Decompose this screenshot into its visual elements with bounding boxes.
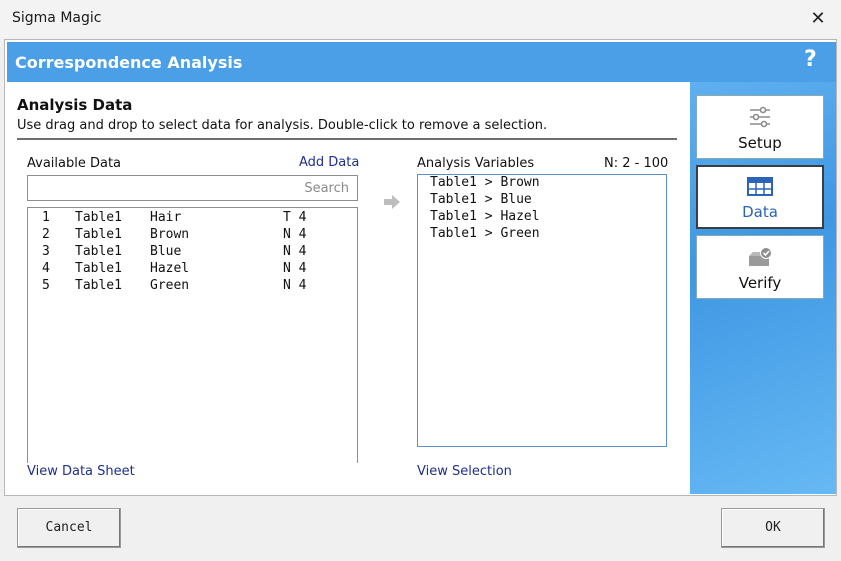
row-number: 1 [42,210,50,225]
row-variable: Brown [150,227,190,242]
available-data-list[interactable]: 1 Table1 Hair T 4 2 Table1 Brown N 4 3 T… [27,207,358,463]
list-item[interactable]: 5 Table1 Green N 4 [28,278,353,295]
row-table: Table1 [75,278,122,293]
row-variable: Blue [150,244,182,259]
row-table: Table1 [75,210,122,225]
sidebar-item-data[interactable]: Data [696,165,824,229]
dialog-title: Correspondence Analysis [15,53,243,72]
help-icon[interactable]: ? [804,47,817,72]
arrow-right-icon [383,194,401,214]
list-item[interactable]: 1 Table1 Hair T 4 [28,210,353,227]
table-grid-icon [747,177,773,201]
row-variable: Hazel [150,261,190,276]
available-data-label: Available Data [27,156,122,171]
section-divider [17,138,677,140]
sidebar: Setup Data Verify [690,82,836,494]
window-title: Sigma Magic [12,10,102,26]
add-data-link[interactable]: Add Data [299,155,359,170]
close-icon[interactable]: ✕ [806,8,830,30]
analysis-variables-label: Analysis Variables [417,156,535,171]
view-selection-link[interactable]: View Selection [417,464,512,479]
dialog-header: Correspondence Analysis ? [7,42,836,82]
list-item[interactable]: Table1 > Green [430,226,540,243]
sidebar-item-label: Verify [738,274,782,292]
inbox-check-icon [747,246,773,272]
row-table: Table1 [75,261,122,276]
sidebar-item-label: Setup [738,134,782,152]
row-number: 2 [42,227,50,242]
row-variable: Hair [150,210,182,225]
section-title: Analysis Data [17,96,133,114]
list-item[interactable]: Table1 > Hazel [430,209,540,226]
row-type: N 4 [283,227,307,242]
sidebar-item-verify[interactable]: Verify [696,235,824,299]
row-variable: Green [150,278,190,293]
cancel-button[interactable]: Cancel [17,508,121,548]
sidebar-item-setup[interactable]: Setup [696,95,824,159]
view-data-sheet-link[interactable]: View Data Sheet [27,464,135,479]
row-number: 5 [42,278,50,293]
row-type: T 4 [283,210,307,225]
row-type: N 4 [283,261,307,276]
row-table: Table1 [75,244,122,259]
content-panel: Analysis Data Use drag and drop to selec… [7,82,690,494]
search-input[interactable] [27,175,358,201]
list-item[interactable]: Table1 > Blue [430,192,532,209]
row-type: N 4 [283,278,307,293]
window-titlebar [0,0,841,38]
list-item[interactable]: 2 Table1 Brown N 4 [28,227,353,244]
list-item[interactable]: 3 Table1 Blue N 4 [28,244,353,261]
sidebar-item-label: Data [742,203,778,221]
section-description: Use drag and drop to select data for ana… [17,118,548,133]
analysis-variables-list[interactable]: Table1 > Brown Table1 > Blue Table1 > Ha… [417,174,667,447]
variable-count-range: N: 2 - 100 [604,156,669,171]
row-table: Table1 [75,227,122,242]
row-number: 4 [42,261,50,276]
sliders-icon [748,106,772,132]
row-number: 3 [42,244,50,259]
list-item[interactable]: Table1 > Brown [430,175,540,192]
ok-button[interactable]: OK [721,508,825,548]
row-type: N 4 [283,244,307,259]
list-item[interactable]: 4 Table1 Hazel N 4 [28,261,353,278]
